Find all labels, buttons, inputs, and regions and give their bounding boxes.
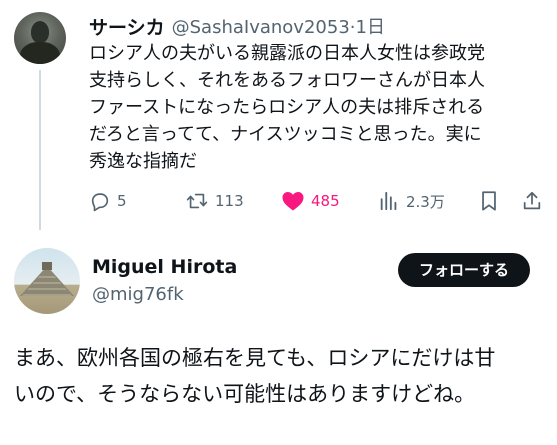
views-button[interactable]: 2.3万 xyxy=(378,186,445,216)
reply-tweet-text: まあ、欧州各国の極右を見ても、ロシアにだけは甘 いので、そうならない可能性はあり… xyxy=(14,346,496,406)
parent-avatar[interactable] xyxy=(14,12,66,64)
parent-tweet-header: サーシカ @SashaIvanov2053·1日 xyxy=(89,12,385,40)
reply-avatar[interactable] xyxy=(14,248,80,314)
heart-icon xyxy=(282,192,304,211)
view-count: 2.3万 xyxy=(406,192,445,211)
reply-icon xyxy=(91,193,109,212)
bookmark-button[interactable] xyxy=(479,186,499,216)
retweet-icon xyxy=(186,193,208,209)
retweet-button[interactable]: 113 xyxy=(185,186,244,216)
like-button[interactable]: 485 xyxy=(281,186,340,216)
share-button[interactable] xyxy=(521,186,543,216)
reply-handle[interactable]: @mig76fk xyxy=(92,284,184,305)
bookmark-icon xyxy=(482,191,496,211)
parent-tweet-text: ロシア人の夫がいる親露派の日本人女性は参政党 支持らしく、それをあるフォロワーさ… xyxy=(89,43,485,172)
follow-button[interactable]: フォローする xyxy=(398,253,530,287)
share-icon xyxy=(523,191,541,210)
pyramid-temple-shape xyxy=(42,262,52,270)
reply-display-name[interactable]: Miguel Hirota xyxy=(92,256,237,278)
parent-action-bar: 5 113 485 2.3万 xyxy=(89,186,544,216)
avatar-head-shape xyxy=(31,21,49,43)
retweet-count: 113 xyxy=(215,192,244,210)
parent-handle-time[interactable]: @SashaIvanov2053·1日 xyxy=(172,13,385,39)
reply-count: 5 xyxy=(117,192,127,210)
parent-display-name[interactable]: サーシカ xyxy=(89,13,165,40)
reply-button[interactable]: 5 xyxy=(89,186,127,216)
views-icon xyxy=(380,191,397,211)
thread-connector-line xyxy=(39,70,41,230)
avatar-shoulders-shape xyxy=(20,42,60,64)
like-count: 485 xyxy=(311,192,340,210)
